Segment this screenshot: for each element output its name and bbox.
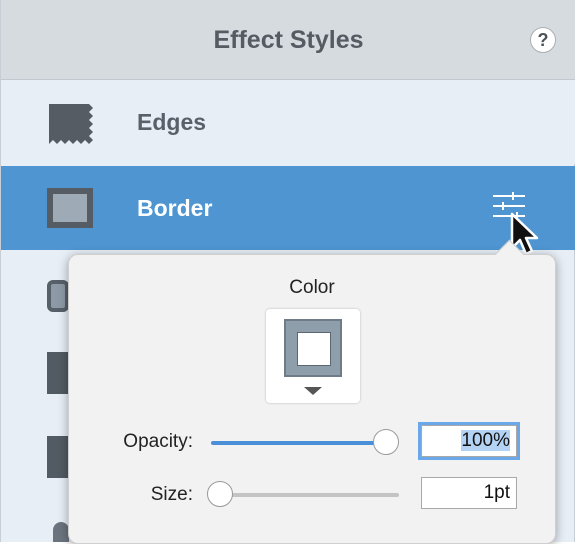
- style-item-edges[interactable]: Edges: [1, 80, 575, 164]
- chevron-down-icon: [304, 387, 322, 395]
- border-settings-popover: Color Opacity: 100% Size: 1pt: [68, 239, 556, 544]
- help-button[interactable]: ?: [530, 27, 556, 53]
- style-item-border[interactable]: Border: [1, 166, 575, 250]
- opacity-slider-track[interactable]: [211, 441, 393, 445]
- swatch-inner: [297, 332, 331, 366]
- size-slider-knob[interactable]: [207, 481, 233, 507]
- style-item-label: Edges: [137, 109, 207, 135]
- opacity-slider-knob[interactable]: [373, 429, 399, 455]
- style-item-label: Border: [137, 195, 213, 221]
- opacity-value: 100%: [461, 430, 510, 451]
- style-item-icon: [47, 280, 69, 312]
- style-item-icon: [53, 522, 69, 542]
- style-item-icon: [47, 352, 69, 394]
- size-field[interactable]: 1pt: [421, 477, 517, 509]
- color-picker-button[interactable]: [266, 309, 360, 403]
- color-swatch: [284, 319, 342, 377]
- color-label: Color: [289, 277, 335, 298]
- border-icon: [47, 188, 93, 228]
- opacity-field[interactable]: 100%: [421, 425, 517, 457]
- panel-header: Effect Styles ?: [1, 0, 575, 80]
- size-label: Size:: [150, 484, 193, 505]
- size-slider-track[interactable]: [221, 493, 399, 497]
- opacity-label: Opacity:: [123, 431, 193, 452]
- edges-icon: [49, 104, 93, 144]
- style-item-icon: [47, 436, 69, 478]
- panel-title: Effect Styles: [213, 26, 364, 54]
